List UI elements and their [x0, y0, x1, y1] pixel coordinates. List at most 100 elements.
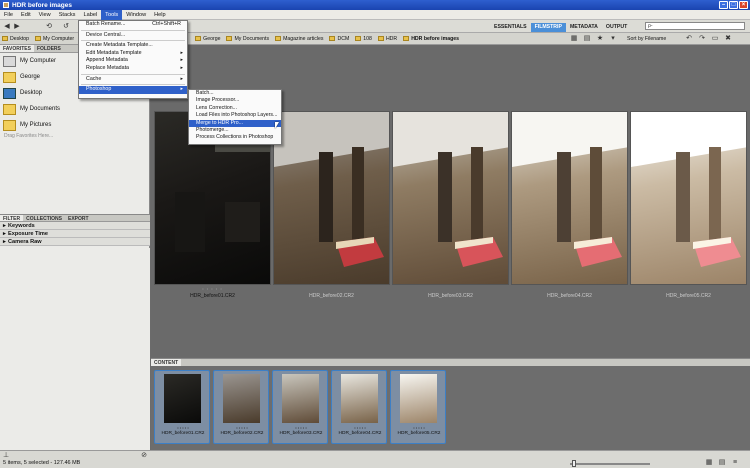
details-view-icon[interactable]: ▤: [718, 459, 726, 466]
preview-image[interactable]: [630, 111, 747, 285]
tab-folders[interactable]: FOLDERS: [34, 45, 64, 52]
trash-icon[interactable]: ✖: [724, 35, 732, 42]
menu-view[interactable]: View: [35, 10, 55, 20]
desktop-icon: [2, 36, 8, 41]
breadcrumb-dcm[interactable]: DCM: [329, 36, 349, 42]
menu-item-device-central[interactable]: Device Central...: [79, 32, 187, 40]
submenu-arrow-icon: ▸: [180, 86, 183, 93]
filter-icon[interactable]: ▾: [609, 35, 617, 42]
sort-by-dropdown[interactable]: Sort by Filename: [627, 36, 666, 42]
tab-favorites[interactable]: FAVORITES: [0, 45, 34, 52]
workspace-metadata[interactable]: METADATA: [566, 23, 602, 32]
menu-label[interactable]: Label: [79, 10, 101, 20]
submenu-item-image-processor[interactable]: Image Processor...: [189, 97, 281, 104]
bridge-app-icon: [3, 2, 9, 8]
thumbnail-image: [400, 374, 437, 423]
submenu-item-photomerge[interactable]: Photomerge...: [189, 127, 281, 134]
preview-image[interactable]: [392, 111, 509, 285]
minimize-icon[interactable]: –: [719, 1, 728, 9]
menu-item-cache[interactable]: Cache ▸: [79, 76, 187, 84]
new-folder-icon[interactable]: ▭: [711, 35, 719, 42]
filter-camera-raw[interactable]: ▸ Camera Raw: [0, 238, 150, 246]
rating-stars[interactable]: • • • • •: [391, 425, 447, 430]
tools-menu: Batch Rename... Ctrl+Shift+R Device Centr…: [78, 20, 188, 99]
menu-item-replace-metadata[interactable]: Replace Metadata ▸: [79, 65, 187, 73]
favorite-my-pictures[interactable]: My Pictures: [0, 117, 149, 133]
breadcrumb-hdr[interactable]: HDR: [377, 36, 397, 42]
menu-item-photoshop[interactable]: Photoshop ▸: [79, 86, 187, 94]
tab-collections[interactable]: COLLECTIONS: [23, 215, 65, 222]
menu-stacks[interactable]: Stacks: [55, 10, 80, 20]
preview-art: [631, 112, 746, 267]
preview-filename: HDR_before05.CR2: [666, 293, 711, 299]
menu-tools[interactable]: Tools: [101, 9, 123, 20]
search-input[interactable]: ρ-: [645, 22, 745, 30]
menu-window[interactable]: Window: [122, 10, 150, 20]
breadcrumb-george[interactable]: George: [195, 36, 220, 42]
menu-item-batch-rename[interactable]: Batch Rename... Ctrl+Shift+R: [79, 21, 187, 29]
workspace-filmstrip[interactable]: FILMSTRIP: [530, 22, 566, 32]
breadcrumb-108[interactable]: 108: [355, 36, 372, 42]
favorite-my-documents[interactable]: My Documents: [0, 101, 149, 117]
rotate-icon[interactable]: ↺: [62, 23, 70, 30]
pin-icon[interactable]: ⊥: [2, 452, 10, 459]
workspace-essentials[interactable]: ESSENTIALS: [490, 23, 531, 32]
grid-view-icon[interactable]: ▦: [570, 35, 578, 42]
thumbnail-card[interactable]: • • • • • HDR_before01.CR2: [154, 370, 210, 444]
slider-knob[interactable]: [572, 460, 576, 467]
maximize-icon[interactable]: □: [729, 1, 738, 9]
content-tabs: CONTENT: [151, 358, 750, 367]
star-filter-icon[interactable]: ★: [596, 35, 604, 42]
menu-item-edit-metadata-template[interactable]: Edit Metadata Template ▸: [79, 50, 187, 58]
thumbnail-card[interactable]: • • • • • HDR_before02.CR2: [213, 370, 269, 444]
menu-help[interactable]: Help: [150, 10, 170, 20]
view-controls: ▦ ▤ ★ ▾: [570, 35, 619, 42]
rating-stars[interactable]: • • • • •: [154, 286, 271, 291]
menu-edit[interactable]: Edit: [17, 10, 35, 20]
thumbnail-card[interactable]: • • • • • HDR_before03.CR2: [272, 370, 328, 444]
preview-image[interactable]: [511, 111, 628, 285]
rotate-left-icon[interactable]: ↶: [685, 35, 693, 42]
tab-export[interactable]: EXPORT: [65, 215, 92, 222]
thumbnail-card[interactable]: • • • • • HDR_before05.CR2: [390, 370, 446, 444]
rating-stars[interactable]: • • • • •: [214, 425, 270, 430]
menu-separator: [81, 40, 185, 42]
rating-stars[interactable]: • • • • •: [155, 425, 211, 430]
rotate-right-icon[interactable]: ↷: [698, 35, 706, 42]
submenu-item-batch[interactable]: Batch...: [189, 90, 281, 97]
path-desktop[interactable]: Desktop: [2, 36, 29, 42]
rating-stars[interactable]: • • • • •: [332, 425, 388, 430]
tab-filter[interactable]: FILTER: [0, 215, 24, 222]
thumbnail-size-slider[interactable]: [570, 463, 650, 465]
preview-filename: HDR_before01.CR2: [190, 293, 235, 299]
thumbnail-image: [282, 374, 319, 423]
path-my-computer[interactable]: My Computer: [35, 36, 74, 42]
back-icon[interactable]: ◀: [3, 23, 11, 30]
close-icon[interactable]: ×: [739, 1, 748, 9]
workspace-output[interactable]: OUTPUT: [602, 23, 631, 32]
no-icon[interactable]: ⊘: [140, 452, 148, 459]
grid-view-icon[interactable]: ▦: [705, 459, 713, 466]
preview-art: [393, 112, 508, 267]
rating-stars[interactable]: • • • • •: [273, 425, 329, 430]
menu-separator: [81, 29, 185, 31]
filter-keywords[interactable]: ▸ Keywords: [0, 222, 150, 230]
menu-file[interactable]: File: [0, 10, 17, 20]
menu-item-append-metadata[interactable]: Append Metadata ▸: [79, 57, 187, 65]
menu-item-create-metadata-template[interactable]: Create Metadata Template...: [79, 42, 187, 50]
list-view-icon[interactable]: ▤: [583, 35, 591, 42]
submenu-item-lens-correction[interactable]: Lens Correction...: [189, 105, 281, 112]
list-view-icon[interactable]: ≡: [731, 459, 739, 466]
preview-image[interactable]: [273, 111, 390, 285]
breadcrumb-hdr-before-images[interactable]: HDR before images: [403, 36, 459, 42]
status-bar: ⊥ ⊘ 5 items, 5 selected - 127.46 MB ▦ ▤ …: [0, 450, 750, 468]
breadcrumb-my-documents[interactable]: My Documents: [226, 36, 269, 42]
recent-folders-icon[interactable]: ⟲: [45, 23, 53, 30]
submenu-item-merge-to-hdr-pro[interactable]: Merge to HDR Pro...: [189, 119, 281, 127]
forward-icon[interactable]: ▶: [13, 23, 21, 30]
breadcrumb-magazine-articles[interactable]: Magazine articles: [275, 36, 323, 42]
submenu-item-load-files-into-layers[interactable]: Load Files into Photoshop Layers...: [189, 112, 281, 119]
submenu-item-process-collections[interactable]: Process Collections in Photoshop: [189, 134, 281, 141]
thumbnail-card[interactable]: • • • • • HDR_before04.CR2: [331, 370, 387, 444]
filter-exposure-time[interactable]: ▸ Exposure Time: [0, 230, 150, 238]
